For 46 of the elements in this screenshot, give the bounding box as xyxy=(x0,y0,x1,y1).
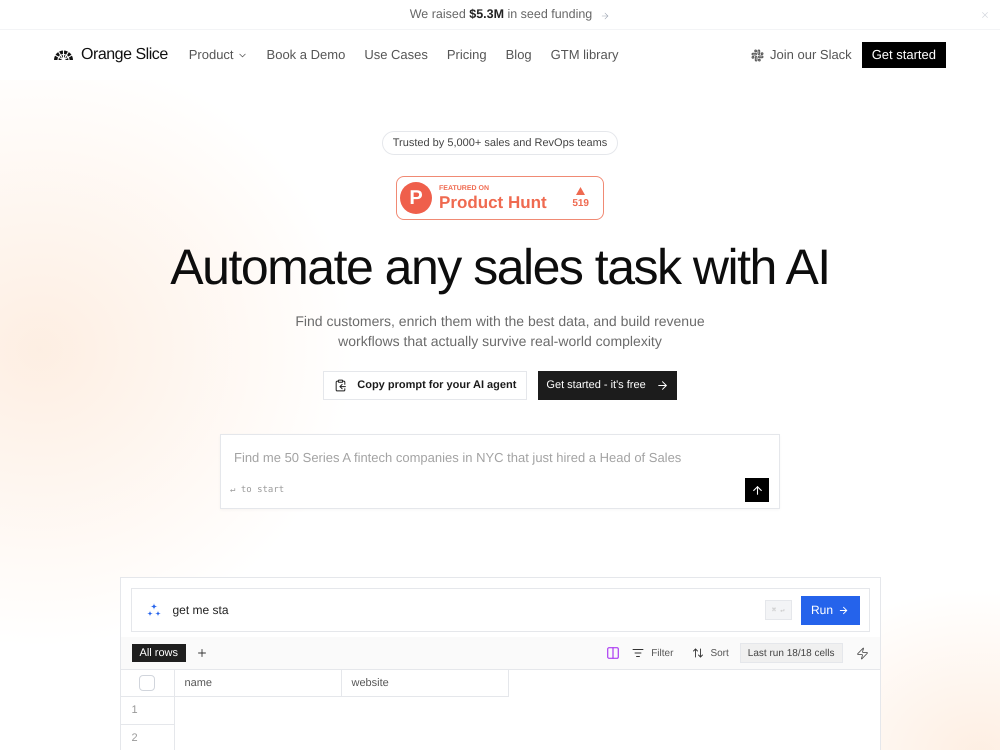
nav-link[interactable]: Pricing xyxy=(446,45,487,65)
sort-icon xyxy=(692,647,704,659)
nav-menu[interactable]: Product xyxy=(188,45,248,65)
arrow-right-icon xyxy=(600,10,610,20)
brand-name[interactable]: Orange Slice xyxy=(81,43,168,67)
nav-link[interactable]: Blog xyxy=(506,45,532,65)
clipboard-icon xyxy=(334,379,348,392)
upvote-triangle-icon xyxy=(576,187,586,195)
arrow-right-icon xyxy=(656,379,669,392)
add-view-icon[interactable] xyxy=(196,647,208,659)
nav-link[interactable]: GTM library xyxy=(550,45,619,65)
row-number: 1 xyxy=(120,697,174,725)
lightning-icon[interactable] xyxy=(856,646,868,660)
enter-hint: ↵ to start xyxy=(230,484,284,496)
announcement-text: We raised $5.3M in seed funding xyxy=(410,6,592,24)
select-all-checkbox[interactable] xyxy=(139,675,155,691)
hero-title: Automate any sales task with AI xyxy=(170,238,830,297)
row-number: 2 xyxy=(120,725,174,750)
filter-icon xyxy=(632,647,644,659)
prompt-input[interactable]: Find me 50 Series A fintech companies in NYC that just hired a Head of Sales xyxy=(234,449,769,467)
slack-link[interactable]: Join our Slack xyxy=(751,45,852,65)
arrow-up-icon xyxy=(750,484,764,496)
filter-button[interactable]: Filter xyxy=(632,646,674,660)
column-header[interactable]: name xyxy=(174,670,342,697)
command-input[interactable]: get me sta xyxy=(172,601,765,619)
view-tab[interactable]: All rows xyxy=(132,644,186,662)
copy-prompt-button[interactable]: Copy prompt for your AI agent xyxy=(323,371,528,400)
fan-logo-icon[interactable] xyxy=(54,50,73,60)
columns-icon[interactable] xyxy=(606,646,620,660)
arrow-right-icon xyxy=(838,604,849,616)
hero-subtitle: Find customers, enrich them with the best data, and build revenue workflows that actually survive real-world complexity xyxy=(295,312,705,351)
run-status: Last run 18/18 cells xyxy=(740,643,842,663)
slack-icon xyxy=(751,48,764,62)
nav-link[interactable]: Book a Demo xyxy=(266,45,346,65)
trust-badge: Trusted by 5,000+ sales and RevOps teams xyxy=(382,131,618,155)
product-hunt-label: Product Hunt xyxy=(439,194,547,211)
get-started-button[interactable]: Get started - it's free xyxy=(538,371,677,400)
column-header[interactable]: website xyxy=(342,670,508,697)
nav-link[interactable]: Use Cases xyxy=(364,45,428,65)
submit-button[interactable] xyxy=(745,478,769,502)
get-started-button[interactable]: Get started xyxy=(862,42,946,68)
run-button[interactable]: Run xyxy=(800,596,860,624)
product-hunt-logo: P xyxy=(400,182,432,214)
sparkles-icon xyxy=(146,603,160,617)
vote-count: 519 xyxy=(572,199,589,209)
sort-button[interactable]: Sort xyxy=(692,646,729,660)
